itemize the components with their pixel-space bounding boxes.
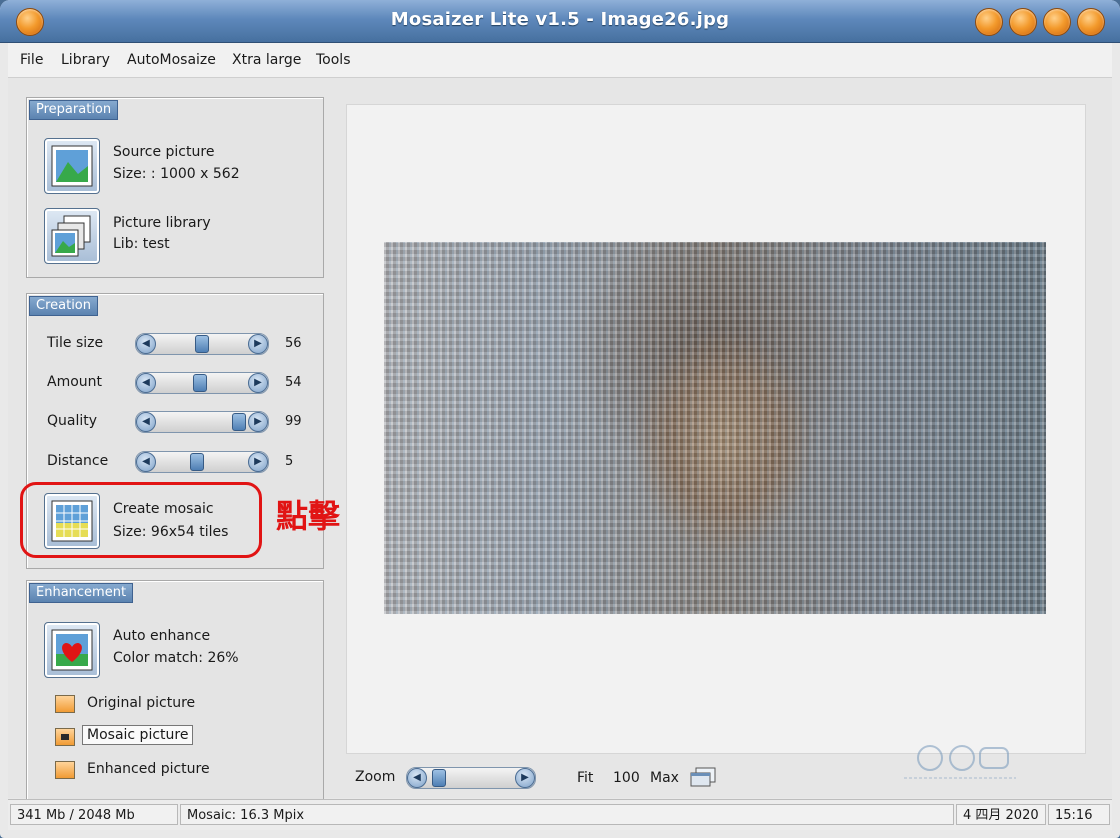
zoom-slider[interactable]: ◀ ▶ [406, 767, 536, 789]
watermark [900, 740, 1020, 789]
title-bar[interactable]: Mosaizer Lite v1.5 - Image26.jpg [0, 0, 1120, 43]
window-size-icon[interactable] [689, 766, 717, 788]
library-icon [51, 215, 91, 257]
slider-thumb[interactable] [232, 413, 247, 431]
slider-thumb[interactable] [190, 453, 205, 471]
tile-size-label: Tile size [47, 335, 104, 351]
tile-size-slider[interactable]: ◀ ▶ [135, 333, 269, 355]
mosaic-image [384, 242, 1046, 614]
zoom-label: Zoom [355, 769, 396, 785]
original-picture-radio[interactable] [55, 695, 75, 713]
amount-label: Amount [47, 374, 103, 390]
menu-xtra-large[interactable]: Xtra large [232, 52, 301, 68]
creation-title: Creation [29, 296, 99, 316]
watermark-logo-icon [904, 745, 1016, 779]
distance-label: Distance [47, 453, 109, 469]
slider-thumb[interactable] [193, 374, 208, 392]
preparation-title: Preparation [29, 100, 119, 120]
source-picture-label: Source picture [113, 144, 215, 160]
original-picture-label[interactable]: Original picture [87, 695, 195, 711]
library-name: Lib: test [113, 236, 170, 252]
menu-file[interactable]: File [20, 52, 43, 68]
enhanced-picture-label: Enhanced picture [87, 761, 210, 777]
menu-tools[interactable]: Tools [316, 52, 351, 68]
source-size: Size: : 1000 x 562 [113, 166, 240, 182]
picture-library-button[interactable] [44, 208, 100, 264]
mosaic-picture-label[interactable]: Mosaic picture [82, 725, 194, 745]
color-match: Color match: 26% [113, 650, 239, 666]
picture-library-label: Picture library [113, 215, 211, 231]
zoom-max-button[interactable]: Max [650, 770, 679, 786]
auto-enhance-button[interactable] [44, 622, 100, 678]
slider-left-arrow-icon[interactable]: ◀ [136, 412, 156, 432]
slider-right-arrow-icon[interactable]: ▶ [248, 412, 268, 432]
menu-bar: File Library AutoMosaize Xtra large Tool… [8, 43, 1112, 78]
close-button[interactable] [1077, 8, 1105, 36]
quality-label: Quality [47, 413, 98, 429]
window-title: Mosaizer Lite v1.5 - Image26.jpg [390, 9, 730, 30]
enhancement-title: Enhancement [29, 583, 134, 603]
quality-value: 99 [285, 414, 302, 429]
annotation-highlight [20, 482, 262, 558]
status-bar: 341 Mb / 2048 Mb Mosaic: 16.3 Mpix 4 四月 … [8, 799, 1112, 830]
annotation-click-label: 點擊 [276, 497, 341, 535]
app-window: Mosaizer Lite v1.5 - Image26.jpg File Li… [0, 0, 1120, 838]
zoom-thumb[interactable] [432, 769, 447, 787]
auto-enhance-label: Auto enhance [113, 628, 211, 644]
menu-automosaize[interactable]: AutoMosaize [127, 52, 216, 68]
minimize-button[interactable] [1009, 8, 1037, 36]
heart-grid-icon [51, 629, 93, 671]
amount-value: 54 [285, 375, 302, 390]
quality-slider[interactable]: ◀ ▶ [135, 411, 269, 433]
mosaic-status: Mosaic: 16.3 Mpix [180, 804, 954, 825]
slider-right-arrow-icon[interactable]: ▶ [248, 334, 268, 354]
zoom-in-arrow-icon[interactable]: ▶ [515, 768, 535, 788]
slider-left-arrow-icon[interactable]: ◀ [136, 334, 156, 354]
picture-icon [51, 145, 93, 187]
source-picture-button[interactable] [44, 138, 100, 194]
help-button[interactable] [975, 8, 1003, 36]
amount-slider[interactable]: ◀ ▶ [135, 372, 269, 394]
slider-thumb[interactable] [195, 335, 209, 353]
memory-status: 341 Mb / 2048 Mb [10, 804, 178, 825]
zoom-value: 100 [613, 770, 640, 786]
slider-right-arrow-icon[interactable]: ▶ [248, 452, 268, 472]
zoom-fit-button[interactable]: Fit [577, 770, 593, 786]
zoom-out-arrow-icon[interactable]: ◀ [407, 768, 427, 788]
date-status: 4 四月 2020 [956, 804, 1046, 825]
maximize-button[interactable] [1043, 8, 1071, 36]
distance-slider[interactable]: ◀ ▶ [135, 451, 269, 473]
tile-size-value: 56 [285, 336, 302, 351]
slider-left-arrow-icon[interactable]: ◀ [136, 373, 156, 393]
slider-left-arrow-icon[interactable]: ◀ [136, 452, 156, 472]
mosaic-picture-radio[interactable] [55, 728, 75, 746]
slider-right-arrow-icon[interactable]: ▶ [248, 373, 268, 393]
menu-library[interactable]: Library [61, 52, 110, 68]
time-status: 15:16 [1048, 804, 1110, 825]
distance-value: 5 [285, 454, 294, 469]
enhanced-picture-radio[interactable] [55, 761, 75, 779]
